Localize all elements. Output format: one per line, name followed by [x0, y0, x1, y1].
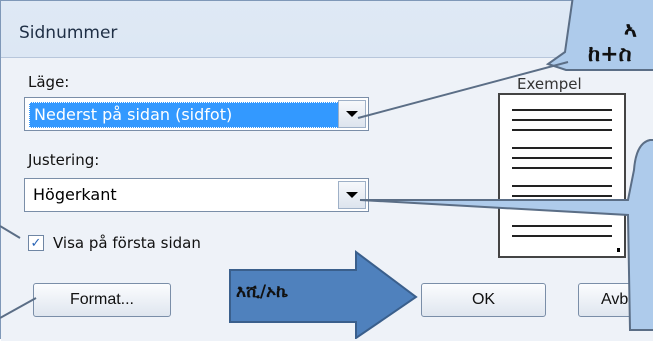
annotation-overlay [0, 0, 653, 339]
callout-text-line1: ኣ [624, 18, 637, 43]
callout-pointer-line [357, 61, 569, 119]
left-pointer-line [0, 225, 21, 239]
callout-text-line2: ከ+ስ [588, 42, 632, 67]
left-pointer-line [0, 297, 37, 319]
arrow-label: እሺ/ኦኬ [236, 282, 288, 302]
